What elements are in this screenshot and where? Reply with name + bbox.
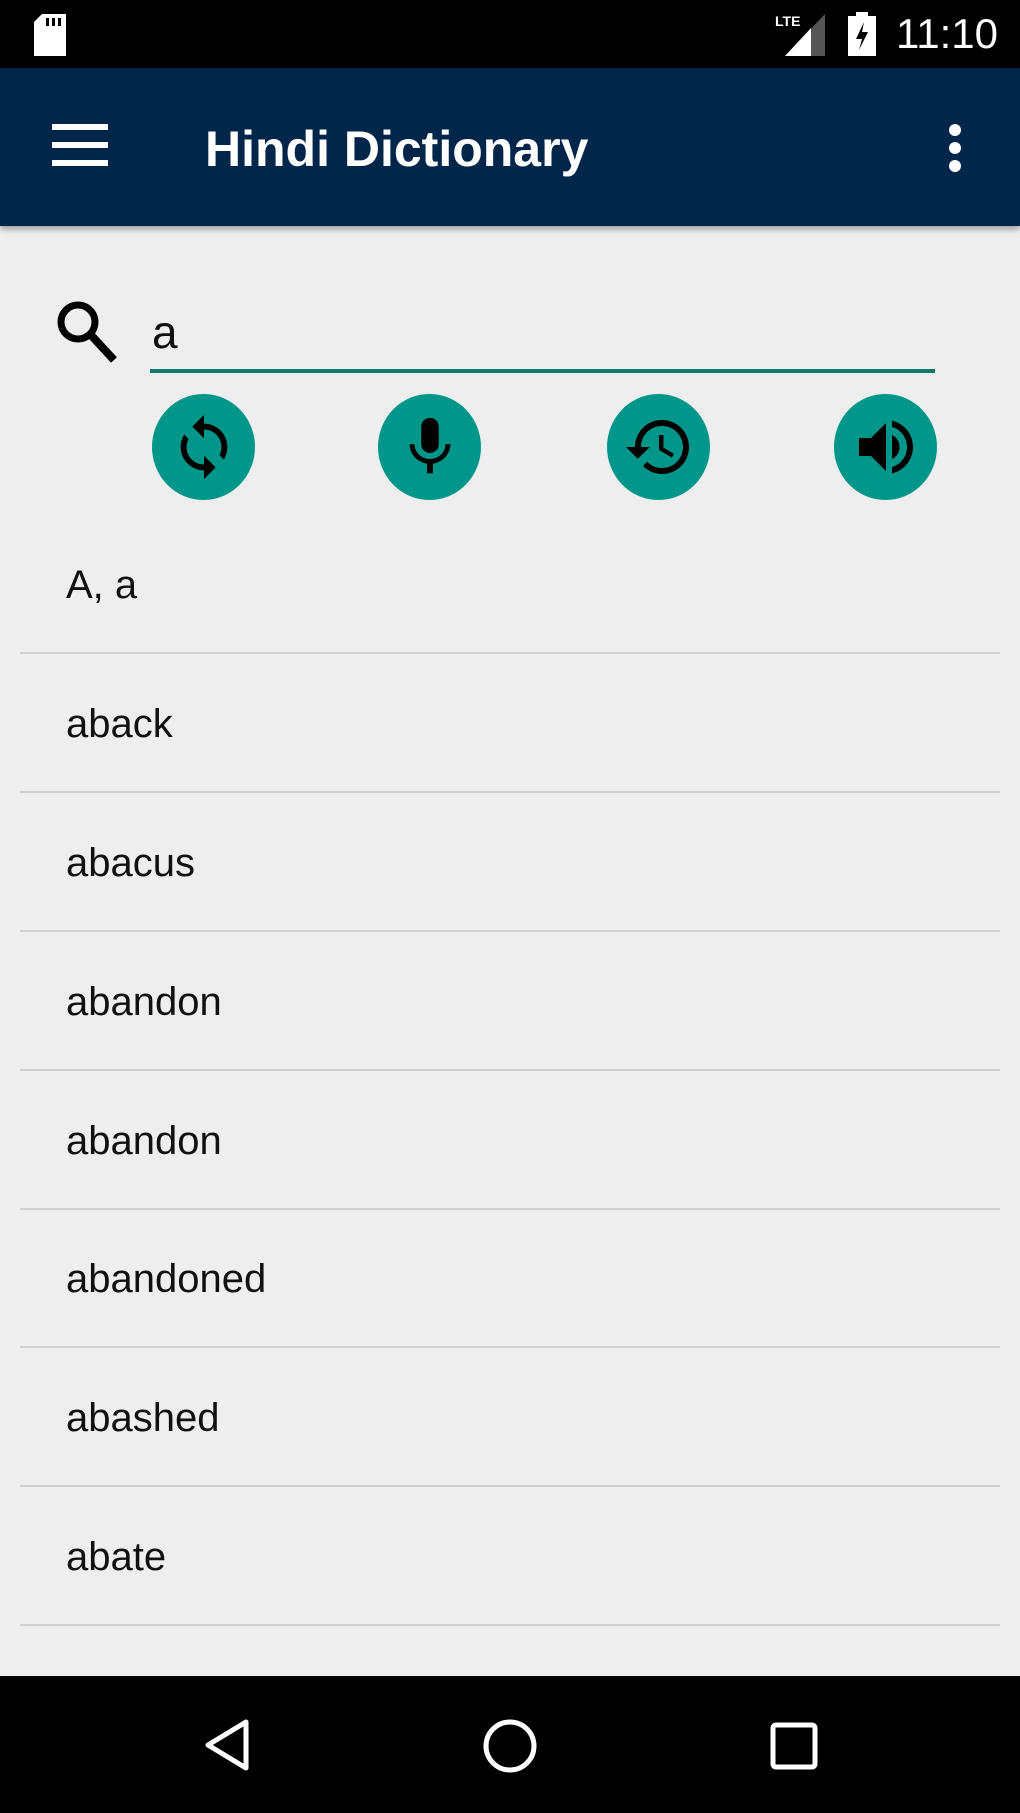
microphone-icon <box>409 417 450 474</box>
clock: 11:10 <box>896 10 998 57</box>
history-icon <box>625 420 689 474</box>
app-bar: Hindi Dictionary <box>0 68 1020 226</box>
list-item[interactable]: abandoned <box>20 1209 1000 1348</box>
word: abandon <box>66 980 222 1024</box>
search-icon <box>57 301 117 363</box>
more-vert-icon[interactable] <box>948 124 962 172</box>
page-title: Hindi Dictionary <box>205 121 589 177</box>
sync-button[interactable] <box>152 394 255 500</box>
history-button[interactable] <box>607 394 710 500</box>
list-item[interactable]: abandon <box>20 1071 1000 1210</box>
battery-charging-icon <box>848 12 876 56</box>
signal-icon: LTE <box>775 13 825 56</box>
word: abate <box>66 1535 167 1579</box>
svg-text:LTE: LTE <box>775 13 800 29</box>
word: A, a <box>66 563 138 607</box>
pronounce-button[interactable] <box>834 394 937 500</box>
back-icon[interactable] <box>202 1718 252 1772</box>
sd-card-icon <box>34 14 66 56</box>
sync-icon <box>180 414 227 480</box>
home-icon[interactable] <box>482 1718 538 1774</box>
search-input[interactable] <box>150 295 935 373</box>
hamburger-icon[interactable] <box>52 124 108 166</box>
list-item[interactable]: aback <box>20 654 1000 793</box>
list-item[interactable]: A, a <box>20 515 1000 654</box>
speaker-icon <box>858 420 913 474</box>
word: abashed <box>66 1396 220 1440</box>
list-item[interactable]: abate <box>20 1487 1000 1626</box>
word: aback <box>66 702 173 746</box>
list-item[interactable]: abashed <box>20 1348 1000 1487</box>
word: abandon <box>66 1119 222 1163</box>
list-item[interactable]: abacus <box>20 793 1000 932</box>
list-item[interactable]: abandon <box>20 932 1000 1071</box>
voice-search-button[interactable] <box>378 394 481 500</box>
navigation-bar <box>0 1676 1020 1813</box>
status-bar: LTE 11:10 <box>0 0 1020 68</box>
word: abandoned <box>66 1257 267 1301</box>
recents-icon[interactable] <box>770 1722 818 1770</box>
word: abacus <box>66 841 195 885</box>
